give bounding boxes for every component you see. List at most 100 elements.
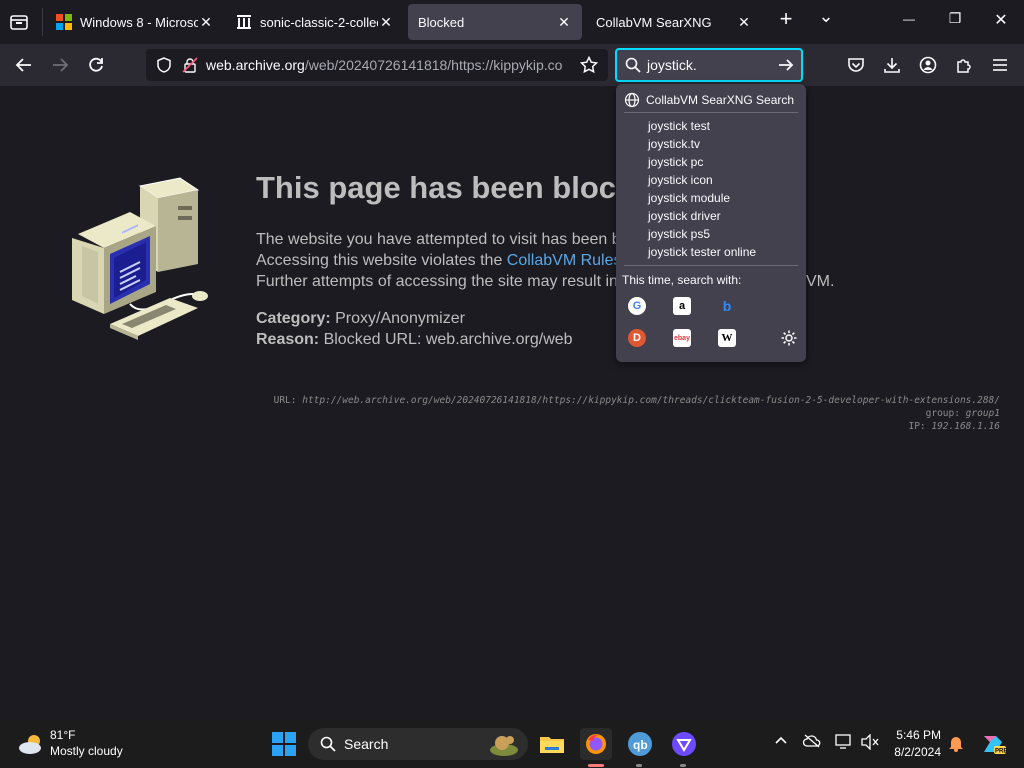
tab-close-button[interactable]: ✕ [378, 14, 394, 31]
pocket-button[interactable] [843, 52, 869, 78]
forward-button[interactable] [47, 52, 73, 78]
tab-close-button[interactable]: ✕ [198, 14, 214, 31]
blocked-page: This page has been bloc The website you … [0, 86, 1024, 720]
suggestion-item[interactable]: joystick tester online [648, 243, 756, 261]
search-engine-header[interactable]: CollabVM SearXNG Search [624, 90, 794, 110]
pocket-icon [848, 58, 864, 72]
rules-text: Accessing this website violates the [256, 252, 507, 269]
meta-ip-line: IP: 192.168.1.16 [908, 421, 1000, 432]
address-bar[interactable]: web.archive.org/web/20240726141818/https… [146, 49, 608, 81]
bing-icon[interactable]: b [718, 297, 736, 315]
tab-overview-icon[interactable] [8, 12, 30, 32]
network-icon[interactable] [835, 734, 853, 753]
notification-bell-icon[interactable] [948, 734, 964, 755]
block-message-line-3: Further attempts of accessing the site m… [256, 273, 618, 290]
search-icon [320, 736, 336, 752]
url-text: web.archive.org/web/20240726141818/https… [206, 57, 566, 73]
reload-button[interactable] [83, 52, 109, 78]
tab-title: Windows 8 - Microsoft [80, 14, 198, 30]
navigation-toolbar: web.archive.org/web/20240726141818/https… [0, 44, 1024, 86]
search-icon [625, 57, 641, 73]
amazon-icon[interactable]: a [673, 297, 691, 315]
suggestion-item[interactable]: joystick driver [648, 207, 721, 225]
search-with-label: This time, search with: [622, 273, 742, 287]
category-label: Category: [256, 310, 331, 327]
reason-label: Reason: [256, 331, 320, 348]
search-input[interactable]: joystick. [647, 57, 777, 73]
firefox-icon[interactable] [580, 728, 612, 760]
volume-muted-icon[interactable] [861, 733, 879, 753]
tab-close-button[interactable]: ✕ [556, 14, 572, 31]
tab-blocked[interactable]: Blocked ✕ [408, 4, 582, 40]
account-icon [919, 56, 937, 74]
qbittorrent-icon[interactable]: qb [624, 728, 656, 760]
show-hidden-icons-chevron-icon[interactable] [774, 734, 788, 751]
file-explorer-icon[interactable] [536, 728, 568, 760]
tab-close-button[interactable]: ✕ [736, 14, 752, 31]
svg-text:PRE: PRE [995, 749, 1006, 755]
url-path: /web/20240726141818/https://kippykip.co [304, 57, 563, 73]
suggestion-item[interactable]: joystick icon [648, 171, 713, 189]
tab-collabvm-searxng[interactable]: CollabVM SearXNG ✕ [586, 4, 762, 40]
proton-vpn-icon[interactable] [668, 728, 700, 760]
suggestion-item[interactable]: joystick pc [648, 153, 703, 171]
minimize-button[interactable]: — [894, 12, 924, 26]
meta-ip-value: 192.168.1.16 [931, 421, 1000, 432]
app-menu-button[interactable] [987, 52, 1013, 78]
category-value: Proxy/Anonymizer [330, 310, 465, 327]
block-message-line-2: Accessing this website violates the Coll… [256, 252, 622, 270]
downloads-button[interactable] [879, 52, 905, 78]
archive-icon [236, 14, 252, 30]
account-button[interactable] [915, 52, 941, 78]
duckduckgo-icon[interactable]: D [628, 329, 646, 347]
tab-windows8[interactable]: Windows 8 - Microsoft ✕ [46, 4, 224, 40]
search-go-arrow-icon[interactable] [777, 56, 795, 74]
suggestion-item[interactable]: joystick ps5 [648, 225, 710, 243]
block-message-line-1: The website you have attempted to visit … [256, 231, 621, 248]
search-settings-gear-icon[interactable] [780, 329, 798, 347]
clock-date[interactable]: 8/2/2024 [887, 745, 941, 759]
tab-title: sonic-classic-2-collecti [260, 14, 378, 30]
collabvm-rules-link[interactable]: CollabVM Rules [507, 252, 622, 269]
suggestion-item[interactable]: joystick module [648, 189, 730, 207]
svg-text:qb: qb [633, 738, 648, 752]
back-button[interactable] [11, 52, 37, 78]
onedrive-cloud-icon[interactable] [802, 734, 821, 751]
forward-arrow-icon [53, 58, 69, 72]
list-all-tabs-button[interactable]: ⌄ [811, 6, 841, 27]
weather-description[interactable]: Mostly cloudy [50, 744, 123, 758]
copilot-icon[interactable]: PRE [980, 730, 1007, 759]
tracking-protection-shield-icon[interactable] [156, 57, 172, 73]
meta-group-label: group: [925, 408, 966, 419]
bookmark-star-icon[interactable] [580, 56, 598, 74]
tab-bar: Windows 8 - Microsoft ✕ sonic-classic-2-… [0, 0, 1024, 44]
reload-icon [89, 57, 103, 72]
insecure-lock-icon[interactable] [182, 57, 198, 73]
block-message-line-3-end: VM. [806, 273, 835, 290]
weather-temperature[interactable]: 81°F [50, 728, 75, 742]
meta-ip-label: IP: [908, 421, 932, 432]
suggestion-item[interactable]: joystick test [648, 117, 710, 135]
tab-title: Blocked [418, 14, 465, 30]
meta-group-value: group1 [965, 408, 1000, 419]
reason-line: Reason: Blocked URL: web.archive.org/web [256, 331, 573, 349]
search-suggestions-popup: CollabVM SearXNG Search joystick test jo… [616, 84, 806, 362]
google-icon[interactable]: G [628, 297, 646, 315]
reason-value: Blocked URL: web.archive.org/web [319, 331, 573, 348]
tab-sonic-classic[interactable]: sonic-classic-2-collecti ✕ [226, 4, 404, 40]
search-placeholder: Search [344, 736, 389, 752]
new-tab-button[interactable]: + [771, 6, 801, 32]
extensions-button[interactable] [951, 52, 977, 78]
close-window-button[interactable]: ✕ [986, 10, 1016, 30]
weather-cloud-icon[interactable] [16, 730, 46, 758]
clock-time[interactable]: 5:46 PM [893, 728, 941, 742]
url-domain: web.archive.org [206, 57, 305, 73]
puzzle-piece-icon [957, 59, 971, 73]
ebay-icon[interactable]: ebay [673, 329, 691, 347]
windows-start-icon[interactable] [268, 728, 300, 760]
wikipedia-icon[interactable]: W [718, 329, 736, 347]
suggestion-item[interactable]: joystick.tv [648, 135, 700, 153]
search-bar[interactable]: joystick. [615, 48, 803, 82]
maximize-button[interactable]: ❐ [940, 10, 970, 27]
taskbar-search-box[interactable]: Search [308, 728, 528, 760]
